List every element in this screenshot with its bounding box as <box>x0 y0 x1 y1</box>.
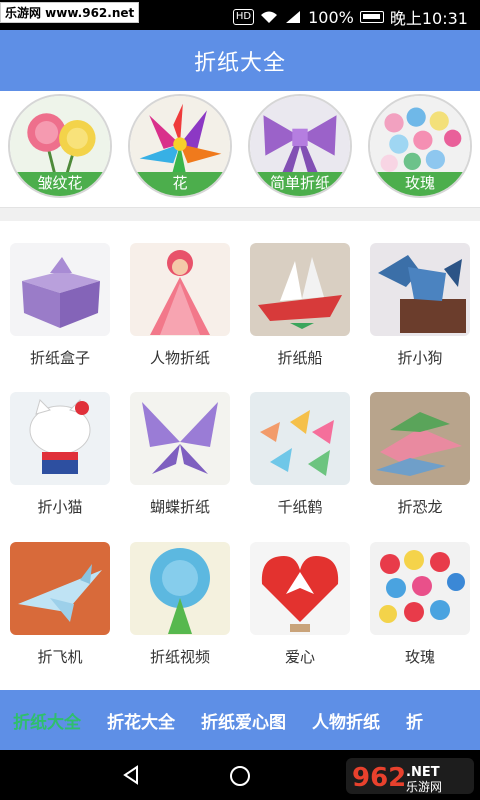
system-nav-bar: 962 .NET 乐游网 <box>0 750 480 800</box>
ship-image <box>250 243 350 336</box>
butterfly-image <box>130 392 230 485</box>
category-row: 皱纹花 花 简单折纸 玫瑰 <box>0 91 480 201</box>
status-indicators: HD 100% 晚上10:31 <box>232 5 468 29</box>
grid-label: 人物折纸 <box>149 349 210 367</box>
clock: 晚上10:31 <box>389 9 468 28</box>
rose-bouquet-image <box>370 542 470 635</box>
site-watermark: 乐游网 www.962.net <box>0 2 140 23</box>
box-image <box>10 243 110 336</box>
bottom-tab-bar: 折纸大全 折花大全 折纸爱心图 人物折纸 折 <box>0 690 480 750</box>
battery-icon <box>359 11 384 23</box>
tab-hearts[interactable]: 折纸爱心图 <box>188 708 299 733</box>
wifi-icon <box>261 11 278 23</box>
status-bar: 乐游网 www.962.net HD 100% 晚上10:31 <box>0 0 480 30</box>
grid-label: 折小猫 <box>37 498 83 516</box>
tab-more[interactable]: 折 <box>393 708 436 733</box>
category-label: 皱纹花 <box>10 172 110 196</box>
tab-figures[interactable]: 人物折纸 <box>299 708 393 733</box>
doll-image <box>130 243 230 336</box>
grid-item-plane[interactable]: 折飞机 <box>10 542 110 672</box>
tab-flowers[interactable]: 折花大全 <box>94 708 188 733</box>
heart-image <box>250 542 350 635</box>
category-flower[interactable]: 花 <box>128 94 232 198</box>
grid-item-dinosaur[interactable]: 折恐龙 <box>370 392 470 522</box>
plane-image <box>10 542 110 635</box>
signal-icon <box>286 11 301 23</box>
grid-label: 折飞机 <box>37 648 83 666</box>
grid-label: 折纸船 <box>277 349 323 367</box>
grid-label: 折纸盒子 <box>29 349 90 367</box>
category-simple[interactable]: 简单折纸 <box>248 94 352 198</box>
grid-item-butterfly[interactable]: 蝴蝶折纸 <box>130 392 230 522</box>
grid-item-box[interactable]: 折纸盒子 <box>10 243 110 373</box>
home-icon[interactable] <box>228 764 252 788</box>
dog-image <box>370 243 470 336</box>
grid-item-dog[interactable]: 折小狗 <box>370 243 470 373</box>
svg-text:乐游网: 乐游网 <box>406 780 442 794</box>
battery-percent: 100% <box>308 7 354 27</box>
kitty-image <box>10 392 110 485</box>
svg-text:962: 962 <box>352 763 406 793</box>
category-label: 花 <box>130 172 230 196</box>
grid-label: 千纸鹤 <box>277 498 323 516</box>
back-icon[interactable] <box>120 764 142 786</box>
grid-item-doll[interactable]: 人物折纸 <box>130 243 230 373</box>
grid-label: 蝴蝶折纸 <box>149 498 210 516</box>
category-carnation[interactable]: 皱纹花 <box>8 94 112 198</box>
grid-item-ship[interactable]: 折纸船 <box>250 243 350 373</box>
dinosaur-image <box>370 392 470 485</box>
page-title: 折纸大全 <box>193 50 286 76</box>
cranes-image <box>250 392 350 485</box>
svg-text:.NET: .NET <box>406 765 440 780</box>
grid-item-rose[interactable]: 玫瑰 <box>370 542 470 672</box>
app-header: 折纸大全 <box>0 30 480 91</box>
grid-item-cat[interactable]: 折小猫 <box>10 392 110 522</box>
grid-label: 折纸视频 <box>149 648 210 666</box>
category-rose[interactable]: 玫瑰 <box>368 94 472 198</box>
grid-label: 折恐龙 <box>397 498 443 516</box>
tab-origami-all[interactable]: 折纸大全 <box>0 708 94 733</box>
grid-label: 爱心 <box>284 648 315 666</box>
grid-item-video[interactable]: 折纸视频 <box>130 542 230 672</box>
category-label: 简单折纸 <box>250 172 350 196</box>
tree-image <box>130 542 230 635</box>
grid-item-heart[interactable]: 爱心 <box>250 542 350 672</box>
grid-label: 玫瑰 <box>404 648 435 666</box>
section-divider <box>0 207 480 221</box>
grid-item-cranes[interactable]: 千纸鹤 <box>250 392 350 522</box>
category-label: 玫瑰 <box>370 172 470 196</box>
site-logo-watermark: 962 .NET 乐游网 <box>346 756 474 796</box>
hd-badge: HD <box>232 9 255 25</box>
grid-label: 折小狗 <box>397 349 443 367</box>
